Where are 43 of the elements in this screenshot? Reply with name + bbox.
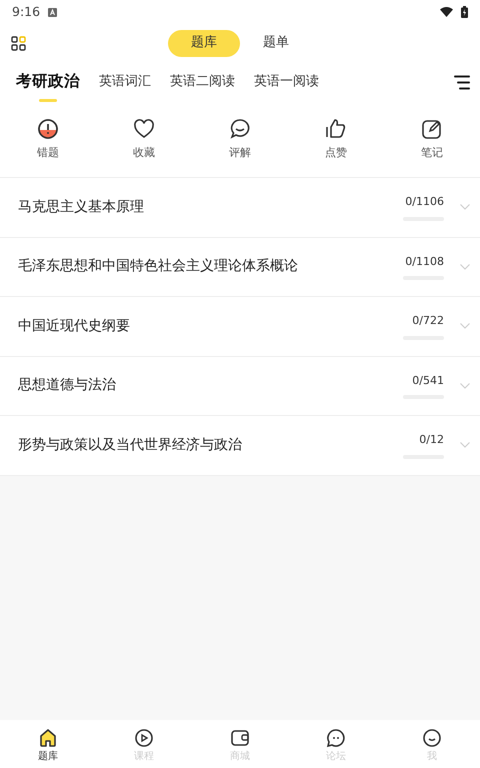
subject-row[interactable]: 毛泽东思想和中国特色社会主义理论体系概论 0/1108 (0, 238, 480, 297)
category-tab[interactable]: 英语一阅读 (254, 62, 319, 102)
edit-icon[interactable] (421, 118, 443, 140)
subject-title: 中国近现代史纲要 (18, 316, 130, 336)
category-tab[interactable]: 考研政治 (16, 62, 80, 102)
category-tab[interactable]: 英语二阅读 (170, 62, 235, 102)
smile-icon[interactable] (422, 728, 442, 748)
nav-tab[interactable]: 题库 (0, 720, 96, 768)
subject-row[interactable]: 中国近现代史纲要 0/722 (0, 297, 480, 356)
shortcut-label[interactable]: 错题 (37, 144, 59, 162)
progress-count: 0/1106 (404, 194, 444, 210)
subject-row[interactable]: 思想道德与法治 0/541 (0, 356, 480, 416)
subject-title: 毛泽东思想和中国特色社会主义理论体系概论 (18, 257, 298, 276)
thumbs-up-icon[interactable] (325, 118, 347, 140)
segment-tab[interactable]: 题库 (168, 30, 240, 56)
category-tab[interactable]: 英语词汇 (99, 62, 151, 102)
shortcut-label[interactable]: 收藏 (133, 144, 155, 162)
progress-count: 0/541 (411, 372, 444, 388)
menu-icon[interactable] (454, 74, 470, 90)
wallet-icon[interactable] (230, 728, 250, 748)
battery-icon (461, 6, 468, 18)
heart-icon[interactable] (133, 118, 155, 140)
subject-title: 形势与政策以及当代世界经济与政治 (18, 436, 242, 455)
progress-count: 0/722 (411, 313, 444, 329)
error-icon[interactable] (37, 118, 59, 140)
notification-icon (48, 8, 58, 16)
home-icon[interactable] (38, 728, 58, 748)
progress-count: 0/1108 (404, 254, 444, 270)
shortcut-label[interactable]: 笔记 (421, 144, 443, 162)
apps-icon[interactable] (11, 36, 26, 51)
play-icon[interactable] (134, 728, 154, 748)
smile-bubble-icon[interactable] (229, 118, 251, 140)
subject-title: 思想道德与法治 (18, 376, 116, 396)
segment-tab[interactable]: 题单 (240, 30, 312, 56)
wifi-icon (440, 7, 453, 17)
subject-row[interactable]: 形势与政策以及当代世界经济与政治 0/12 (0, 416, 480, 476)
progress-count: 0/12 (418, 432, 444, 448)
chat-icon[interactable] (326, 728, 346, 748)
status-time: 9:16 (12, 2, 40, 21)
subject-row[interactable]: 马克思主义基本原理 0/1106 (0, 178, 480, 238)
shortcut-label[interactable]: 点赞 (325, 144, 347, 162)
shortcut-label[interactable]: 评解 (229, 144, 251, 162)
subject-title: 马克思主义基本原理 (18, 198, 144, 217)
